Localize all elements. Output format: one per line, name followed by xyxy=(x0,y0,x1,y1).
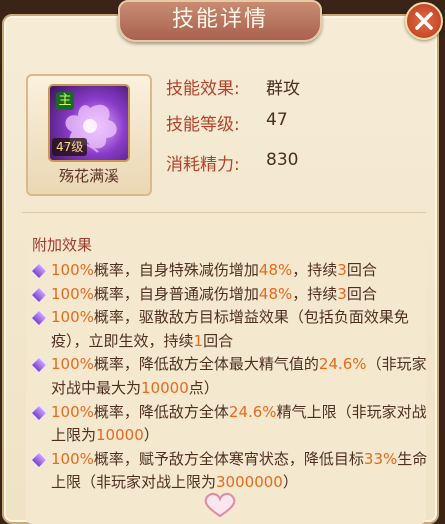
effect-text: ，持续 xyxy=(292,284,338,303)
stat-cost: 消耗精力: 830 xyxy=(166,150,298,175)
stat-effect: 技能效果: 群攻 xyxy=(166,74,300,99)
effect-item: 100%概率，自身特殊减伤增加48%，持续3回合 xyxy=(30,259,428,283)
effect-value: 100% xyxy=(51,308,94,327)
effect-item: 100%概率，自身普通减伤增加48%，持续3回合 xyxy=(30,283,428,307)
effect-value: 100% xyxy=(51,284,94,303)
close-icon xyxy=(415,12,433,30)
skill-type-tag: 主 xyxy=(56,92,74,110)
effect-text: 点） xyxy=(188,378,219,397)
effect-value: 3 xyxy=(337,261,347,279)
page-title: 技能详情 xyxy=(118,0,322,42)
effect-value: 3 xyxy=(337,284,347,303)
stat-value: 群攻 xyxy=(266,79,300,99)
stat-label: 消耗精力: xyxy=(166,155,240,175)
effect-value: 100% xyxy=(51,261,94,279)
effect-text: 概率，降低敌方全体 xyxy=(93,402,229,421)
effect-value: 10000 xyxy=(141,378,189,397)
diamond-bullet-icon xyxy=(30,309,48,327)
skill-level-badge: 47级 xyxy=(52,138,88,156)
effect-text: ） xyxy=(143,426,159,445)
effect-value: 24.6% xyxy=(318,355,367,374)
effect-value: 48% xyxy=(258,261,293,279)
effect-value: 1 xyxy=(193,331,204,350)
skill-name: 殇花满溪 xyxy=(58,167,119,185)
effect-text: 回合 xyxy=(203,331,234,350)
diamond-bullet-icon xyxy=(30,451,48,469)
effect-value: 10000 xyxy=(96,426,144,445)
diamond-bullet-icon xyxy=(30,404,48,422)
stat-label: 技能等级: xyxy=(166,115,240,135)
effect-text: 回合 xyxy=(346,284,377,303)
effect-text: ） xyxy=(282,473,298,492)
effect-list: 100%概率，自身特殊减伤增加48%，持续3回合 100%概率，自身普通减伤增加4… xyxy=(30,259,428,495)
skill-detail-panel: 主 47级 殇花满溪 技能效果: 群攻 技能等级: 47 消耗精力: 830 附… xyxy=(2,14,439,524)
skill-card[interactable]: 主 47级 殇花满溪 xyxy=(26,74,152,196)
effect-value: 24.6% xyxy=(228,402,277,421)
diamond-bullet-icon xyxy=(30,262,48,280)
effect-value: 100% xyxy=(51,449,94,468)
stat-level: 技能等级: 47 xyxy=(166,110,288,135)
skill-icon: 主 47级 xyxy=(48,84,130,162)
effect-text: 回合 xyxy=(346,261,377,279)
effects-title: 附加效果 xyxy=(32,236,93,254)
stat-value: 47 xyxy=(266,110,288,130)
effect-item: 100%概率，降低敌方全体24.6%精气上限（非玩家对战上限为10000） xyxy=(30,401,428,448)
effect-item: 100%概率，降低敌方全体最大精气值的24.6%（非玩家对战中最大为10000点… xyxy=(30,353,428,400)
effect-text: 概率，自身普通减伤增加 xyxy=(93,284,259,303)
effect-item: 100%概率，驱散敌方目标增益效果（包括负面效果免疫），立即生效，持续1回合 xyxy=(30,306,428,353)
effect-value: 100% xyxy=(51,402,94,421)
close-button[interactable] xyxy=(405,2,443,40)
stat-value: 830 xyxy=(266,150,299,170)
diamond-bullet-icon xyxy=(30,286,48,304)
effect-value: 48% xyxy=(258,284,293,303)
effect-item: 100%概率，赋予敌方全体寒宵状态，降低目标33%生命上限（非玩家对战上限为30… xyxy=(30,448,428,495)
effect-value: 33% xyxy=(363,449,398,468)
effect-text: 概率，赋予敌方全体寒宵状态，降低目标 xyxy=(93,449,364,468)
effect-text: 概率，自身特殊减伤增加 xyxy=(93,261,259,279)
effect-text: ，持续 xyxy=(292,261,338,279)
effect-value: 3000000 xyxy=(216,473,283,492)
stat-label: 技能效果: xyxy=(166,79,240,99)
diamond-bullet-icon xyxy=(30,356,48,374)
effect-value: 100% xyxy=(51,355,94,374)
heart-ornament-icon xyxy=(204,492,236,518)
additional-effects: 附加效果 100%概率，自身特殊减伤增加48%，持续3回合 100%概率，自身普通… xyxy=(26,222,428,524)
divider xyxy=(22,212,426,213)
effect-text: 概率，降低敌方全体最大精气值的 xyxy=(93,355,319,374)
